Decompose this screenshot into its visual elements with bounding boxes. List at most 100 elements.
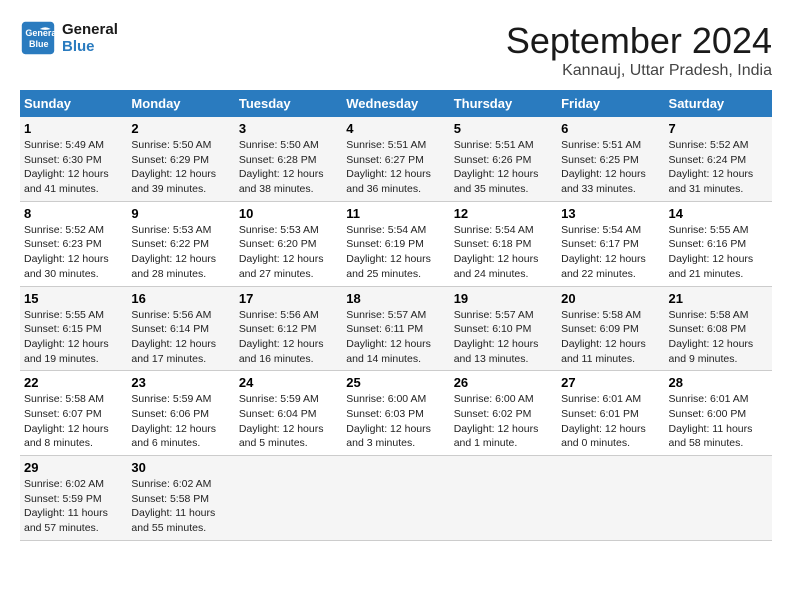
day-number: 5	[454, 121, 553, 136]
day-number: 27	[561, 375, 660, 390]
location-subtitle: Kannauj, Uttar Pradesh, India	[506, 62, 772, 80]
day-info: Sunrise: 5:53 AM Sunset: 6:20 PM Dayligh…	[239, 223, 338, 282]
calendar-day-cell: 5 Sunrise: 5:51 AM Sunset: 6:26 PM Daylig…	[450, 117, 557, 201]
day-number: 22	[24, 375, 123, 390]
day-info: Sunrise: 5:55 AM Sunset: 6:15 PM Dayligh…	[24, 308, 123, 367]
calendar-day-cell: 27 Sunrise: 6:01 AM Sunset: 6:01 PM Dayli…	[557, 371, 664, 456]
calendar-day-cell: 29 Sunrise: 6:02 AM Sunset: 5:59 PM Dayli…	[20, 456, 127, 541]
day-number: 6	[561, 121, 660, 136]
day-info: Sunrise: 5:53 AM Sunset: 6:22 PM Dayligh…	[131, 223, 230, 282]
calendar-day-cell: 6Sunrise: 5:51 AM Sunset: 6:25 PM Daylig…	[557, 117, 664, 201]
calendar-day-cell: 25 Sunrise: 6:00 AM Sunset: 6:03 PM Dayli…	[342, 371, 449, 456]
day-info: Sunrise: 5:50 AM Sunset: 6:29 PM Dayligh…	[131, 138, 230, 197]
calendar-table: SundayMondayTuesdayWednesdayThursdayFrid…	[20, 90, 772, 541]
calendar-day-cell: 21 Sunrise: 5:58 AM Sunset: 6:08 PM Dayli…	[665, 286, 772, 371]
day-info: Sunrise: 6:02 AM Sunset: 5:59 PM Dayligh…	[24, 477, 123, 536]
day-number: 14	[669, 206, 768, 221]
day-info: Sunrise: 6:01 AM Sunset: 6:00 PM Dayligh…	[669, 392, 768, 451]
weekday-header-tuesday: Tuesday	[235, 90, 342, 117]
calendar-day-cell: 20Sunrise: 5:58 AM Sunset: 6:09 PM Dayli…	[557, 286, 664, 371]
calendar-day-cell	[235, 456, 342, 541]
calendar-week-row: 15 Sunrise: 5:55 AM Sunset: 6:15 PM Dayli…	[20, 286, 772, 371]
calendar-day-cell: 2Sunrise: 5:50 AM Sunset: 6:29 PM Daylig…	[127, 117, 234, 201]
svg-text:General: General	[25, 28, 56, 38]
calendar-day-cell: 26 Sunrise: 6:00 AM Sunset: 6:02 PM Dayli…	[450, 371, 557, 456]
calendar-day-cell: 15 Sunrise: 5:55 AM Sunset: 6:15 PM Dayli…	[20, 286, 127, 371]
calendar-week-row: 1 Sunrise: 5:49 AM Sunset: 6:30 PM Daylig…	[20, 117, 772, 201]
calendar-day-cell: 13 Sunrise: 5:54 AM Sunset: 6:17 PM Dayli…	[557, 201, 664, 286]
day-info: Sunrise: 5:50 AM Sunset: 6:28 PM Dayligh…	[239, 138, 338, 197]
calendar-day-cell: 19 Sunrise: 5:57 AM Sunset: 6:10 PM Dayli…	[450, 286, 557, 371]
month-year-title: September 2024	[506, 20, 772, 62]
day-info: Sunrise: 6:01 AM Sunset: 6:01 PM Dayligh…	[561, 392, 660, 451]
day-info: Sunrise: 5:57 AM Sunset: 6:11 PM Dayligh…	[346, 308, 445, 367]
day-number: 12	[454, 206, 553, 221]
day-number: 9	[131, 206, 230, 221]
calendar-day-cell: 9 Sunrise: 5:53 AM Sunset: 6:22 PM Daylig…	[127, 201, 234, 286]
day-number: 17	[239, 291, 338, 306]
logo-icon: General Blue	[20, 20, 56, 56]
day-number: 24	[239, 375, 338, 390]
day-number: 7	[669, 121, 768, 136]
header: General Blue General Blue September 2024…	[20, 20, 772, 80]
calendar-day-cell: 23 Sunrise: 5:59 AM Sunset: 6:06 PM Dayli…	[127, 371, 234, 456]
calendar-day-cell: 12 Sunrise: 5:54 AM Sunset: 6:18 PM Dayli…	[450, 201, 557, 286]
day-info: Sunrise: 5:58 AM Sunset: 6:09 PM Dayligh…	[561, 308, 660, 367]
calendar-day-cell: 28 Sunrise: 6:01 AM Sunset: 6:00 PM Dayli…	[665, 371, 772, 456]
calendar-day-cell: 3 Sunrise: 5:50 AM Sunset: 6:28 PM Daylig…	[235, 117, 342, 201]
svg-text:Blue: Blue	[29, 39, 49, 49]
day-number: 15	[24, 291, 123, 306]
day-number: 28	[669, 375, 768, 390]
day-info: Sunrise: 5:57 AM Sunset: 6:10 PM Dayligh…	[454, 308, 553, 367]
calendar-day-cell: 10 Sunrise: 5:53 AM Sunset: 6:20 PM Dayli…	[235, 201, 342, 286]
day-info: Sunrise: 5:54 AM Sunset: 6:17 PM Dayligh…	[561, 223, 660, 282]
day-number: 23	[131, 375, 230, 390]
day-info: Sunrise: 5:56 AM Sunset: 6:12 PM Dayligh…	[239, 308, 338, 367]
day-info: Sunrise: 5:51 AM Sunset: 6:26 PM Dayligh…	[454, 138, 553, 197]
weekday-header-monday: Monday	[127, 90, 234, 117]
calendar-day-cell: 18 Sunrise: 5:57 AM Sunset: 6:11 PM Dayli…	[342, 286, 449, 371]
day-number: 26	[454, 375, 553, 390]
day-info: Sunrise: 5:51 AM Sunset: 6:27 PM Dayligh…	[346, 138, 445, 197]
day-number: 16	[131, 291, 230, 306]
weekday-header-friday: Friday	[557, 90, 664, 117]
day-info: Sunrise: 5:52 AM Sunset: 6:24 PM Dayligh…	[669, 138, 768, 197]
day-info: Sunrise: 5:59 AM Sunset: 6:06 PM Dayligh…	[131, 392, 230, 451]
calendar-day-cell	[665, 456, 772, 541]
calendar-day-cell: 30 Sunrise: 6:02 AM Sunset: 5:58 PM Dayli…	[127, 456, 234, 541]
calendar-day-cell: 11 Sunrise: 5:54 AM Sunset: 6:19 PM Dayli…	[342, 201, 449, 286]
weekday-header-thursday: Thursday	[450, 90, 557, 117]
day-info: Sunrise: 5:54 AM Sunset: 6:18 PM Dayligh…	[454, 223, 553, 282]
day-info: Sunrise: 6:00 AM Sunset: 6:03 PM Dayligh…	[346, 392, 445, 451]
day-number: 21	[669, 291, 768, 306]
day-number: 30	[131, 460, 230, 475]
weekday-header-sunday: Sunday	[20, 90, 127, 117]
day-info: Sunrise: 5:58 AM Sunset: 6:08 PM Dayligh…	[669, 308, 768, 367]
day-number: 1	[24, 121, 123, 136]
day-number: 29	[24, 460, 123, 475]
day-number: 25	[346, 375, 445, 390]
day-info: Sunrise: 5:49 AM Sunset: 6:30 PM Dayligh…	[24, 138, 123, 197]
calendar-day-cell: 24 Sunrise: 5:59 AM Sunset: 6:04 PM Dayli…	[235, 371, 342, 456]
day-info: Sunrise: 5:55 AM Sunset: 6:16 PM Dayligh…	[669, 223, 768, 282]
day-info: Sunrise: 6:02 AM Sunset: 5:58 PM Dayligh…	[131, 477, 230, 536]
calendar-day-cell	[342, 456, 449, 541]
day-number: 19	[454, 291, 553, 306]
weekday-header-row: SundayMondayTuesdayWednesdayThursdayFrid…	[20, 90, 772, 117]
day-info: Sunrise: 5:54 AM Sunset: 6:19 PM Dayligh…	[346, 223, 445, 282]
calendar-week-row: 22 Sunrise: 5:58 AM Sunset: 6:07 PM Dayli…	[20, 371, 772, 456]
day-number: 10	[239, 206, 338, 221]
day-info: Sunrise: 5:56 AM Sunset: 6:14 PM Dayligh…	[131, 308, 230, 367]
day-number: 18	[346, 291, 445, 306]
day-info: Sunrise: 5:58 AM Sunset: 6:07 PM Dayligh…	[24, 392, 123, 451]
day-number: 3	[239, 121, 338, 136]
calendar-day-cell: 16 Sunrise: 5:56 AM Sunset: 6:14 PM Dayli…	[127, 286, 234, 371]
day-info: Sunrise: 5:59 AM Sunset: 6:04 PM Dayligh…	[239, 392, 338, 451]
day-number: 11	[346, 206, 445, 221]
title-area: September 2024 Kannauj, Uttar Pradesh, I…	[506, 20, 772, 80]
day-number: 13	[561, 206, 660, 221]
calendar-day-cell: 7 Sunrise: 5:52 AM Sunset: 6:24 PM Daylig…	[665, 117, 772, 201]
calendar-week-row: 8Sunrise: 5:52 AM Sunset: 6:23 PM Daylig…	[20, 201, 772, 286]
day-info: Sunrise: 6:00 AM Sunset: 6:02 PM Dayligh…	[454, 392, 553, 451]
calendar-day-cell	[450, 456, 557, 541]
